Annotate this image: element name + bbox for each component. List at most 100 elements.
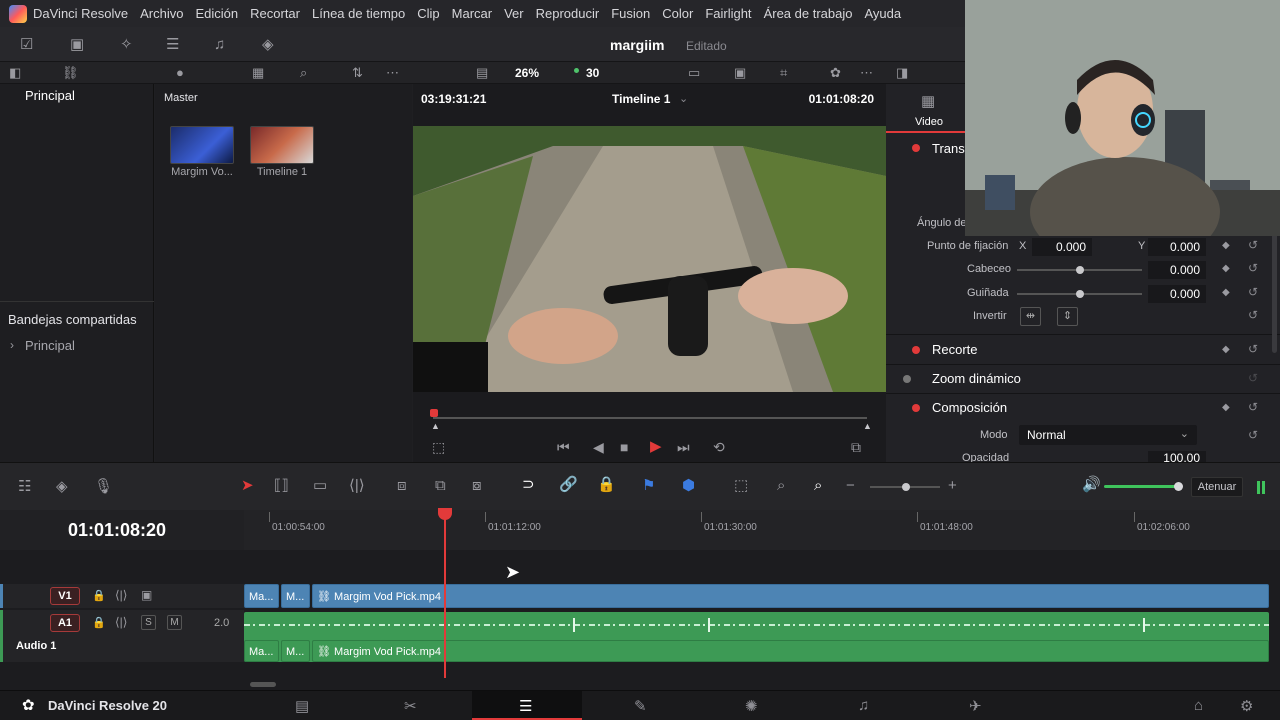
- microphone-icon[interactable]: 🎙: [94, 479, 113, 494]
- reset-icon[interactable]: ↺: [1248, 342, 1258, 356]
- reset-icon[interactable]: ↺: [1248, 261, 1258, 275]
- opacity-field[interactable]: 100.00: [1148, 451, 1206, 462]
- composite-section[interactable]: Composición: [932, 400, 1007, 415]
- reset-icon[interactable]: ↺: [1248, 285, 1258, 299]
- crop-enable-icon[interactable]: [912, 346, 920, 354]
- dynamic-trim-icon[interactable]: ▭: [313, 478, 327, 493]
- reset-icon[interactable]: ↺: [1248, 308, 1258, 322]
- trim-tool-icon[interactable]: ⟦⟧: [274, 478, 289, 493]
- marker-icon[interactable]: ⬢: [682, 478, 695, 493]
- zoom-out-icon[interactable]: −: [846, 478, 855, 493]
- keyframe-icon[interactable]: ◆: [1222, 287, 1230, 298]
- home-icon[interactable]: ⌂: [1194, 697, 1203, 714]
- a1-track-button[interactable]: A1: [50, 614, 80, 632]
- zoom-detail-icon[interactable]: ⌕: [777, 478, 785, 493]
- index-icon[interactable]: ☰: [166, 37, 179, 52]
- pivot-x-field[interactable]: 0.000: [1032, 238, 1092, 256]
- volume-icon[interactable]: 🔊: [1082, 477, 1101, 492]
- search-icon[interactable]: ⌕: [300, 65, 307, 80]
- solo-button[interactable]: S: [141, 615, 156, 630]
- timeline-thumbnail[interactable]: [250, 126, 314, 164]
- out-marker-icon[interactable]: ▲: [863, 421, 872, 431]
- zoom-full-icon[interactable]: ⬚: [734, 478, 748, 493]
- transform-section[interactable]: Transf: [932, 141, 968, 156]
- sound-library-icon[interactable]: ♫: [214, 37, 225, 52]
- crop-section[interactable]: Recorte: [932, 342, 978, 357]
- menu-clip[interactable]: Clip: [417, 6, 439, 21]
- viewer-options-icon[interactable]: ⧉: [851, 440, 861, 455]
- keyframe-icon[interactable]: ◆: [1222, 402, 1230, 413]
- safe-area-icon[interactable]: ▭: [688, 65, 700, 80]
- video-clip[interactable]: M...: [281, 584, 310, 608]
- timeline-zoom-slider[interactable]: [870, 483, 940, 491]
- timeline-name[interactable]: Timeline 1: [612, 92, 670, 106]
- more-icon[interactable]: ⋯: [386, 65, 399, 80]
- pivot-y-field[interactable]: 0.000: [1148, 238, 1206, 256]
- clip-thumbnail[interactable]: [170, 126, 234, 164]
- chevron-down-icon[interactable]: ⌄: [679, 92, 688, 105]
- go-to-end-icon[interactable]: ⏭: [677, 440, 690, 455]
- link-icon[interactable]: ⛓: [62, 65, 79, 80]
- linked-selection-icon[interactable]: 🔗: [559, 477, 578, 492]
- menu-ver[interactable]: Ver: [504, 6, 524, 21]
- deliver-page-icon[interactable]: ✈: [969, 697, 982, 715]
- panel-toggle-icon[interactable]: ◧: [9, 65, 21, 80]
- replace-clip-icon[interactable]: ⧇: [472, 478, 482, 493]
- in-marker-icon[interactable]: ▲: [431, 421, 440, 431]
- fusion-page-icon[interactable]: ✎: [634, 697, 647, 715]
- viewer-scrubber[interactable]: [433, 417, 867, 419]
- media-pool-icon[interactable]: ☑: [20, 37, 33, 52]
- timeline-zoom-knob[interactable]: [902, 483, 910, 491]
- menu-app[interactable]: DaVinci Resolve: [33, 6, 128, 21]
- keyframe-icon[interactable]: ◆: [1222, 263, 1230, 274]
- dynamic-zoom-enable-icon[interactable]: [903, 375, 911, 383]
- overwrite-clip-icon[interactable]: ⧉: [435, 478, 446, 493]
- metadata-icon[interactable]: ◈: [262, 37, 274, 52]
- blade-tool-icon[interactable]: ⟨|⟩: [349, 478, 365, 493]
- play-reverse-icon[interactable]: ◀: [593, 440, 604, 455]
- reset-icon[interactable]: ↺: [1248, 400, 1258, 414]
- edit-page-icon[interactable]: ☰: [519, 697, 532, 715]
- volume-knob[interactable]: [1174, 482, 1183, 491]
- scrubber-playhead[interactable]: [430, 409, 438, 417]
- insert-clip-icon[interactable]: ⧈: [397, 478, 407, 493]
- yaw-field[interactable]: 0.000: [1148, 285, 1206, 303]
- volume-slider[interactable]: [1104, 485, 1178, 488]
- track-output-icon[interactable]: ▣: [141, 588, 152, 603]
- fairlight-page-icon[interactable]: ♫: [858, 697, 869, 714]
- v1-track-button[interactable]: V1: [50, 587, 80, 605]
- keyframe-icon[interactable]: ◆: [1222, 344, 1230, 355]
- menu-marcar[interactable]: Marcar: [452, 6, 492, 21]
- dynamic-zoom-section[interactable]: Zoom dinámico: [932, 371, 1021, 386]
- snapping-icon[interactable]: ⊃: [522, 477, 535, 492]
- audio-clip[interactable]: Ma...: [244, 640, 279, 662]
- menu-ayuda[interactable]: Ayuda: [864, 6, 901, 21]
- flip-horizontal-icon[interactable]: ⇹: [1020, 307, 1041, 326]
- flag-icon[interactable]: ⚑: [642, 478, 655, 493]
- audio-track-name[interactable]: Audio 1: [16, 640, 56, 652]
- shared-bin-principal[interactable]: Principal: [25, 338, 75, 353]
- pitch-field[interactable]: 0.000: [1148, 261, 1206, 279]
- loop-icon[interactable]: ⟲: [713, 440, 725, 455]
- auto-select-icon[interactable]: ⟨|⟩: [115, 588, 127, 603]
- snapshot-icon[interactable]: ◈: [56, 479, 68, 494]
- timeline-options-icon[interactable]: ☷: [18, 479, 31, 494]
- composite-mode-select[interactable]: Normal ⌄: [1019, 425, 1197, 445]
- inspector-toggle-icon[interactable]: ◨: [896, 65, 908, 80]
- color-icon[interactable]: ✿: [830, 65, 841, 80]
- yaw-slider-knob[interactable]: [1076, 290, 1084, 298]
- lock-icon[interactable]: 🔒: [92, 616, 106, 631]
- transform-enable-icon[interactable]: [912, 144, 920, 152]
- menu-fusion[interactable]: Fusion: [611, 6, 650, 21]
- yaw-slider[interactable]: [1017, 290, 1142, 298]
- transform-icon[interactable]: ⌗: [780, 65, 787, 80]
- sort-icon[interactable]: ⇅: [352, 65, 363, 80]
- go-to-start-icon[interactable]: ⏮: [557, 440, 570, 455]
- cut-page-icon[interactable]: ✂: [404, 697, 417, 715]
- more-viewer-icon[interactable]: ⋯: [860, 65, 873, 80]
- menu-reproducir[interactable]: Reproducir: [536, 6, 600, 21]
- keyframe-icon[interactable]: ◆: [1222, 240, 1230, 251]
- clip-icon[interactable]: ▣: [734, 65, 746, 80]
- lock-icon[interactable]: 🔒: [597, 477, 616, 492]
- menu-fairlight[interactable]: Fairlight: [705, 6, 751, 21]
